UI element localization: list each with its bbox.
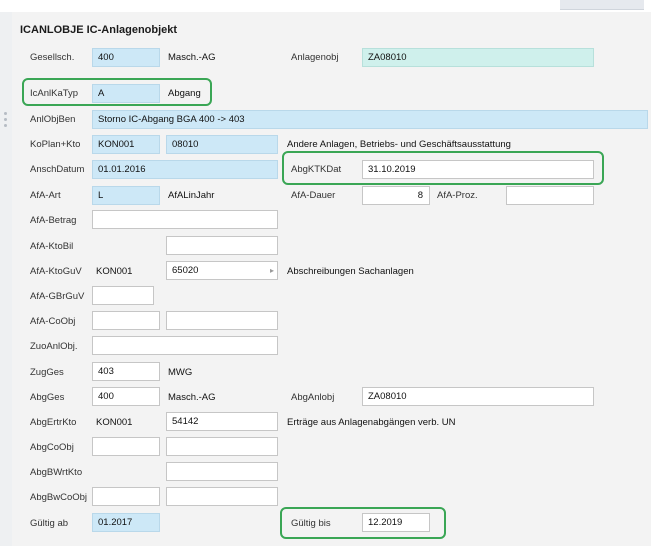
receiving-company-label: ZugGes bbox=[30, 367, 64, 378]
valid-to-field[interactable]: 12.2019 bbox=[362, 513, 430, 532]
disposing-asset-object-label: AbgAnlobj bbox=[291, 392, 335, 403]
valid-to-label: Gültig bis bbox=[291, 518, 331, 529]
assigned-asset-object-field[interactable] bbox=[92, 336, 278, 355]
disposal-revenue-account-field[interactable]: 54142 bbox=[166, 412, 278, 431]
grip-dot-icon bbox=[4, 124, 7, 127]
depreciation-type-text: AfALinJahr bbox=[168, 190, 215, 201]
disposal-co-object-field-2[interactable] bbox=[166, 437, 278, 456]
disposal-date-label: AbgKTKDat bbox=[291, 164, 342, 175]
depreciation-type-label: AfA-Art bbox=[30, 190, 61, 201]
depreciation-amount-field[interactable] bbox=[92, 210, 278, 229]
splitter-handle[interactable] bbox=[0, 12, 12, 546]
asset-object-field[interactable]: ZA08010 bbox=[362, 48, 594, 67]
disposal-revenue-description-text: Erträge aus Anlagenabgängen verb. UN bbox=[287, 417, 456, 428]
receiving-company-field[interactable]: 403 bbox=[92, 362, 160, 381]
disposal-co-object-label: AbgCoObj bbox=[30, 442, 74, 453]
top-toolbar-strip bbox=[0, 0, 651, 12]
depreciation-pl-description-text: Abschreibungen Sachanlagen bbox=[287, 266, 414, 277]
disposal-revenue-chart-text: KON001 bbox=[96, 417, 133, 428]
asset-description-field[interactable]: Storno IC-Abgang BGA 400 -> 403 bbox=[92, 110, 648, 129]
depreciation-co-object-label: AfA-CoObj bbox=[30, 316, 76, 327]
assigned-asset-object-label: ZuoAnlObj. bbox=[30, 341, 78, 352]
asset-description-label: AnlObjBen bbox=[30, 114, 76, 125]
grip-dot-icon bbox=[4, 112, 7, 115]
chart-of-accounts-label: KoPlan+Kto bbox=[30, 139, 81, 150]
disposal-date-field[interactable]: 31.10.2019 bbox=[362, 160, 594, 179]
depreciation-percent-label: AfA-Proz. bbox=[437, 190, 478, 201]
depreciation-co-object-field-1[interactable] bbox=[92, 311, 160, 330]
disposal-book-value-co-object-label: AbgBwCoObj bbox=[30, 492, 88, 503]
disposal-book-value-account-field[interactable] bbox=[166, 462, 278, 481]
depreciation-balance-account-field[interactable] bbox=[166, 236, 278, 255]
company-field[interactable]: 400 bbox=[92, 48, 160, 67]
depreciation-business-area-label: AfA-GBrGuV bbox=[30, 291, 85, 302]
depreciation-balance-account-label: AfA-KtoBil bbox=[30, 241, 74, 252]
disposing-company-text: Masch.-AG bbox=[168, 392, 216, 403]
chevron-right-icon[interactable]: ▸ bbox=[270, 262, 274, 279]
ic-asset-category-type-text: Abgang bbox=[168, 88, 201, 99]
asset-object-label: Anlagenobj bbox=[291, 52, 339, 63]
depreciation-business-area-field[interactable] bbox=[92, 286, 154, 305]
disposal-co-object-field-1[interactable] bbox=[92, 437, 160, 456]
disposal-book-value-account-label: AbgBWrtKto bbox=[30, 467, 83, 478]
disposal-book-value-co-object-field-2[interactable] bbox=[166, 487, 278, 506]
depreciation-pl-account-label: AfA-KtoGuV bbox=[30, 266, 82, 277]
depreciation-duration-field[interactable]: 8 bbox=[362, 186, 430, 205]
receiving-company-text: MWG bbox=[168, 367, 193, 378]
grip-dot-icon bbox=[4, 118, 7, 121]
depreciation-pl-account-field[interactable]: 65020 ▸ bbox=[166, 261, 278, 280]
depreciation-type-field[interactable]: L bbox=[92, 186, 160, 205]
ic-asset-category-type-label: IcAnlKaTyp bbox=[30, 88, 79, 99]
chart-of-accounts-field[interactable]: KON001 bbox=[92, 135, 160, 154]
depreciation-amount-label: AfA-Betrag bbox=[30, 215, 77, 226]
disposing-company-field[interactable]: 400 bbox=[92, 387, 160, 406]
depreciation-pl-account-value: 65020 bbox=[172, 265, 199, 276]
company-name-text: Masch.-AG bbox=[168, 52, 216, 63]
disposing-company-label: AbgGes bbox=[30, 392, 65, 403]
depreciation-pl-chart-text: KON001 bbox=[96, 266, 133, 277]
page-title: ICANLOBJE IC-Anlagenobjekt bbox=[20, 24, 178, 36]
account-field[interactable]: 08010 bbox=[166, 135, 278, 154]
depreciation-duration-label: AfA-Dauer bbox=[291, 190, 336, 201]
valid-from-field[interactable]: 01.2017 bbox=[92, 513, 160, 532]
company-label: Gesellsch. bbox=[30, 52, 75, 63]
depreciation-percent-field[interactable] bbox=[506, 186, 594, 205]
toolbar-tab[interactable] bbox=[560, 0, 644, 10]
disposal-book-value-co-object-field-1[interactable] bbox=[92, 487, 160, 506]
valid-from-label: Gültig ab bbox=[30, 518, 69, 529]
depreciation-co-object-field-2[interactable] bbox=[166, 311, 278, 330]
acquisition-date-field[interactable]: 01.01.2016 bbox=[92, 160, 278, 179]
acquisition-date-label: AnschDatum bbox=[30, 164, 85, 175]
ic-asset-category-type-field[interactable]: A bbox=[92, 84, 160, 103]
disposal-revenue-account-label: AbgErtrKto bbox=[30, 417, 77, 428]
disposing-asset-object-field[interactable]: ZA08010 bbox=[362, 387, 594, 406]
account-description-text: Andere Anlagen, Betriebs- und Geschäftsa… bbox=[287, 139, 511, 150]
